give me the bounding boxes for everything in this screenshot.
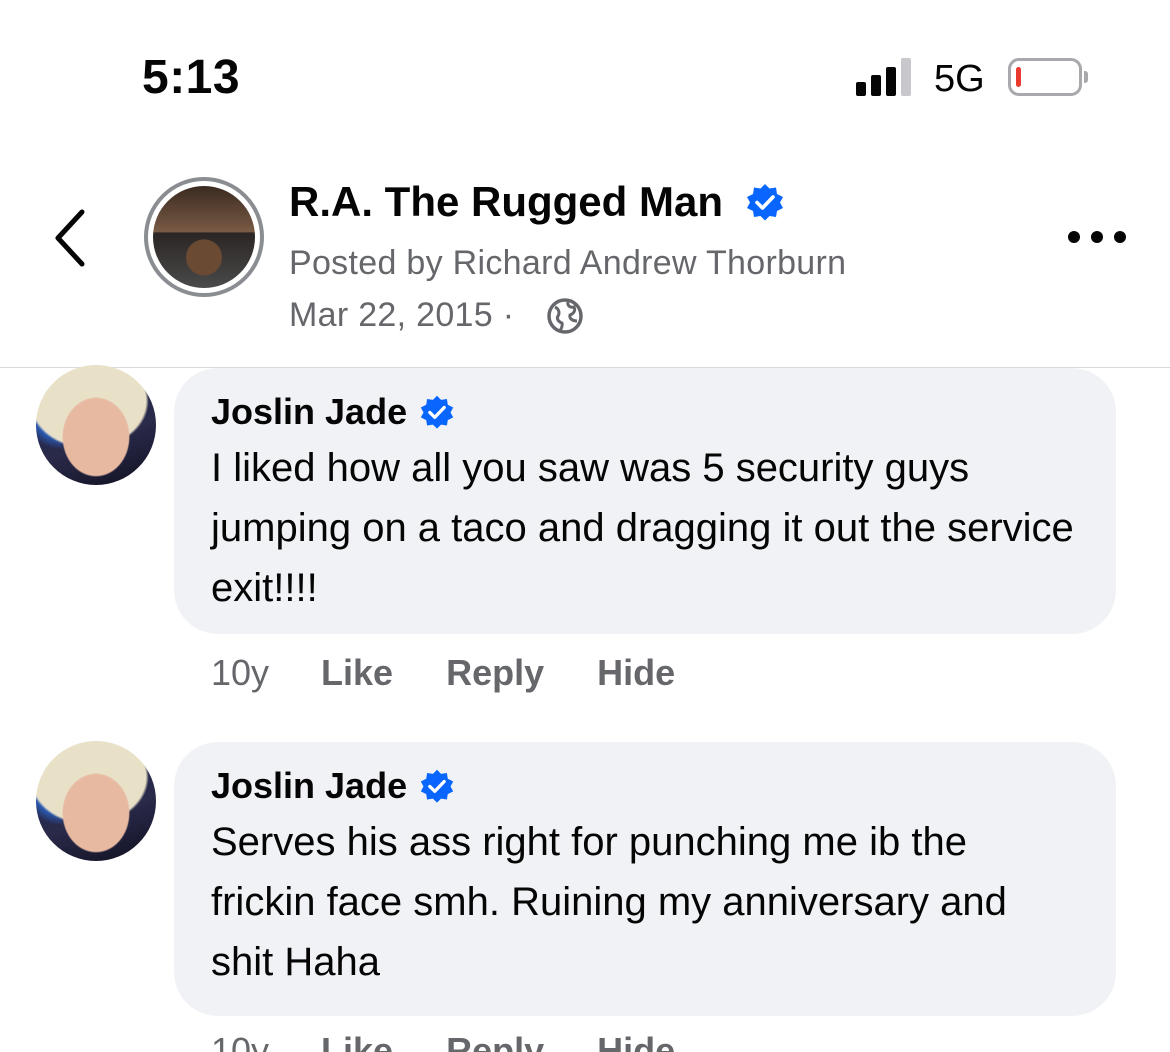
page-name-row[interactable]: R.A. The Rugged Man [289,178,785,226]
comment-author-row[interactable]: Joslin Jade [211,764,1080,808]
chevron-left-icon [55,209,85,267]
comment-author-row[interactable]: Joslin Jade [211,390,1080,434]
page-name[interactable]: R.A. The Rugged Man [289,178,723,225]
verified-badge-icon [746,183,783,221]
battery-level-fill [1016,67,1021,87]
more-options-icon [1068,231,1080,243]
comment-text: I liked how all you saw was 5 security g… [211,446,1074,610]
more-options-button[interactable] [1064,222,1130,252]
comment-time[interactable]: 10y [211,652,269,694]
back-button[interactable] [48,206,92,270]
comment-text: Serves his ass right for punching me ib … [211,820,1007,984]
page-avatar-image [153,186,255,288]
verified-badge-icon [420,769,454,803]
reply-button[interactable]: Reply [446,652,544,694]
commenter-avatar[interactable] [36,741,156,861]
globe-icon [547,298,583,334]
signal-strength-icon [856,58,914,96]
hide-button[interactable]: Hide [597,652,675,694]
comment-bubble[interactable]: Joslin Jade Serves his ass right for pun… [174,742,1116,1016]
comment-time[interactable]: 10y [211,1030,269,1052]
commenter-avatar[interactable] [36,365,156,485]
page-avatar[interactable] [144,177,264,297]
comment-author[interactable]: Joslin Jade [211,764,407,808]
comment-author[interactable]: Joslin Jade [211,390,407,434]
post-date[interactable]: Mar 22, 2015 · [289,296,514,335]
verified-badge-icon [420,395,454,429]
like-button[interactable]: Like [321,652,393,694]
network-type: 5G [934,58,985,100]
battery-icon [1008,58,1088,96]
comment-bubble[interactable]: Joslin Jade I liked how all you saw was … [174,368,1116,634]
like-button[interactable]: Like [321,1030,393,1052]
comment-actions: 10y Like Reply Hide [211,652,728,694]
post-header: R.A. The Rugged Man Posted by Richard An… [0,150,1170,368]
hide-button[interactable]: Hide [597,1030,675,1052]
reply-button[interactable]: Reply [446,1030,544,1052]
status-time: 5:13 [142,51,241,104]
comment-actions: 10y Like Reply Hide [211,1030,728,1052]
posted-by: Posted by Richard Andrew Thorburn [289,244,847,282]
status-bar: 5:13 5G [0,0,1170,150]
